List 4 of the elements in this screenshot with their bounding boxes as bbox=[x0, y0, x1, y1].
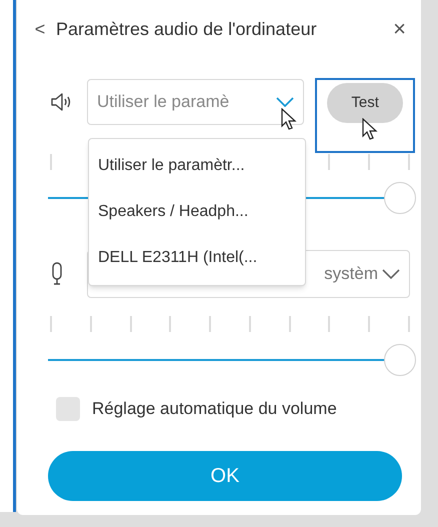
checkbox-label: Réglage automatique du volume bbox=[92, 398, 337, 420]
dialog-title: Paramètres audio de l'ordinateur bbox=[56, 18, 318, 40]
select-value: Utiliser le paramè bbox=[96, 91, 230, 114]
select-value: systèm bbox=[324, 263, 378, 286]
